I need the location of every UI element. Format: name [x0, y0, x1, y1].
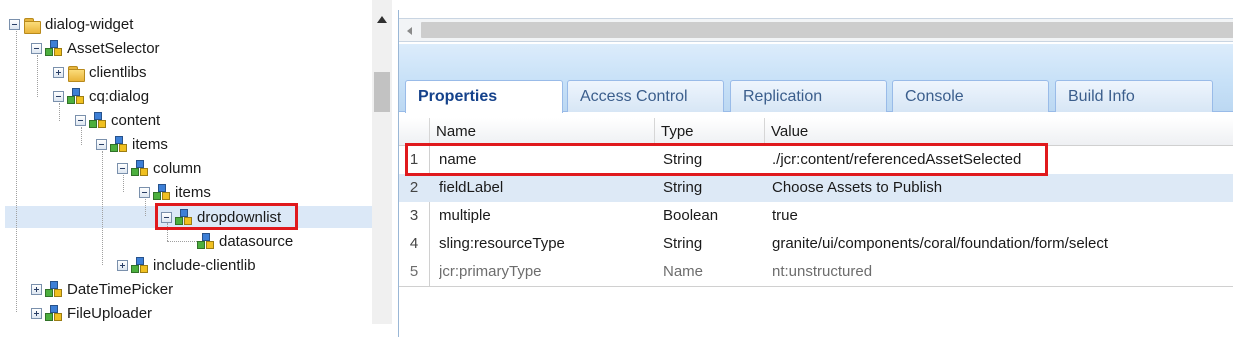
dropdownlist-highlight-box	[155, 203, 298, 230]
component-icon	[153, 183, 171, 201]
property-value: Choose Assets to Publish	[772, 179, 943, 196]
component-icon	[197, 232, 215, 250]
component-icon	[131, 256, 149, 274]
tree-node-assetselector[interactable]: AssetSelector	[31, 37, 160, 59]
tree-node-label: AssetSelector	[67, 39, 160, 57]
column-header-type[interactable]: Type	[654, 118, 764, 146]
tree-node-label: DateTimePicker	[67, 280, 174, 298]
tree-node-datasource[interactable]: datasource	[197, 230, 293, 252]
tree-node-label: FileUploader	[67, 304, 153, 322]
tree-node-label: cq:dialog	[89, 87, 150, 105]
tree-node-label: clientlibs	[89, 63, 147, 81]
property-type: String	[663, 179, 703, 196]
collapse-toggle-icon[interactable]	[31, 42, 42, 54]
tab-access-control[interactable]: Access Control	[567, 80, 724, 112]
row-number: 2	[409, 179, 419, 196]
table-row[interactable]: 5 jcr:primaryType Name nt:unstructured	[399, 258, 1233, 286]
property-type: Boolean	[663, 207, 719, 224]
property-type: Name	[663, 263, 704, 280]
scrollbar-thumb[interactable]	[374, 72, 390, 112]
tree-node-label: datasource	[219, 232, 294, 250]
property-type: String	[663, 235, 703, 252]
expand-toggle-icon[interactable]	[53, 66, 64, 78]
tree-node-label: dialog-widget	[45, 15, 134, 33]
collapse-toggle-icon[interactable]	[96, 138, 107, 150]
tree-vertical-scrollbar[interactable]	[372, 0, 392, 324]
component-icon	[45, 39, 63, 57]
tab-strip: Properties Access Control Replication Co…	[399, 44, 1233, 113]
tree-node-label: content	[111, 111, 161, 129]
component-icon	[110, 135, 128, 153]
tab-label: Access Control	[580, 87, 688, 105]
tab-label: Properties	[418, 88, 498, 105]
property-name: multiple	[439, 207, 491, 224]
tree-node-cq-dialog[interactable]: cq:dialog	[53, 85, 149, 107]
tree-node-label: items	[175, 183, 211, 201]
name-row-highlight-box	[405, 143, 1048, 176]
property-name: fieldLabel	[439, 179, 504, 196]
component-icon	[67, 87, 85, 105]
component-icon	[89, 111, 107, 129]
scroll-left-arrow-icon[interactable]	[407, 27, 412, 35]
scrollbar-thumb[interactable]	[421, 22, 1233, 38]
scroll-up-arrow-icon[interactable]	[377, 16, 387, 23]
property-name: jcr:primaryType	[439, 263, 542, 280]
column-header-value[interactable]: Value	[764, 118, 1233, 146]
horizontal-scrollbar[interactable]	[399, 18, 1233, 42]
tree-node-content[interactable]: content	[75, 109, 160, 131]
row-number: 3	[409, 207, 419, 224]
collapse-toggle-icon[interactable]	[117, 162, 128, 174]
tree-node-dialog-widget[interactable]: dialog-widget	[9, 13, 133, 35]
tab-build-info[interactable]: Build Info	[1055, 80, 1213, 112]
property-value: granite/ui/components/coral/foundation/f…	[772, 235, 1109, 252]
tree-node-include-clientlib[interactable]: include-clientlib	[117, 254, 256, 276]
row-number: 4	[409, 235, 419, 252]
tree-node-items[interactable]: items	[96, 133, 168, 155]
grid-header-row: Name Type Value	[399, 118, 1233, 146]
property-value: true	[772, 207, 798, 224]
tree-node-fileuploader[interactable]: FileUploader	[31, 302, 152, 324]
row-number: 5	[409, 263, 419, 280]
collapse-toggle-icon[interactable]	[139, 186, 150, 198]
properties-panel: Properties Access Control Replication Co…	[398, 10, 1233, 337]
repository-tree: dialog-widget AssetSelector clientlibs c…	[0, 0, 373, 337]
tab-label: Build Info	[1068, 87, 1135, 105]
component-icon	[45, 280, 63, 298]
tree-node-label: items	[132, 135, 168, 153]
component-icon	[131, 159, 149, 177]
folder-icon	[23, 16, 41, 34]
expand-toggle-icon[interactable]	[31, 307, 42, 319]
tab-console[interactable]: Console	[892, 80, 1049, 112]
collapse-toggle-icon[interactable]	[75, 114, 86, 126]
collapse-toggle-icon[interactable]	[9, 18, 20, 30]
collapse-toggle-icon[interactable]	[53, 90, 64, 102]
tab-label: Console	[905, 87, 964, 105]
tab-properties[interactable]: Properties	[405, 80, 563, 113]
tree-node-items[interactable]: items	[139, 181, 211, 203]
tab-label: Replication	[743, 87, 823, 105]
table-row[interactable]: 4 sling:resourceType String granite/ui/c…	[399, 230, 1233, 258]
table-row[interactable]: 3 multiple Boolean true	[399, 202, 1233, 230]
property-name: sling:resourceType	[439, 235, 565, 252]
expand-toggle-icon[interactable]	[117, 259, 128, 271]
tree-node-label: include-clientlib	[153, 256, 256, 274]
tree-node-label: column	[153, 159, 202, 177]
component-icon	[45, 304, 63, 322]
grid-bottom-border	[399, 286, 1233, 287]
tree-node-column[interactable]: column	[117, 157, 201, 179]
column-header-name[interactable]: Name	[429, 118, 654, 146]
property-value: nt:unstructured	[772, 263, 873, 280]
tree-node-datetimepicker[interactable]: DateTimePicker	[31, 278, 173, 300]
tree-node-clientlibs[interactable]: clientlibs	[53, 61, 147, 83]
tab-replication[interactable]: Replication	[730, 80, 887, 112]
expand-toggle-icon[interactable]	[31, 283, 42, 295]
table-row[interactable]: 2 fieldLabel String Choose Assets to Pub…	[399, 174, 1233, 202]
folder-icon	[67, 64, 85, 82]
